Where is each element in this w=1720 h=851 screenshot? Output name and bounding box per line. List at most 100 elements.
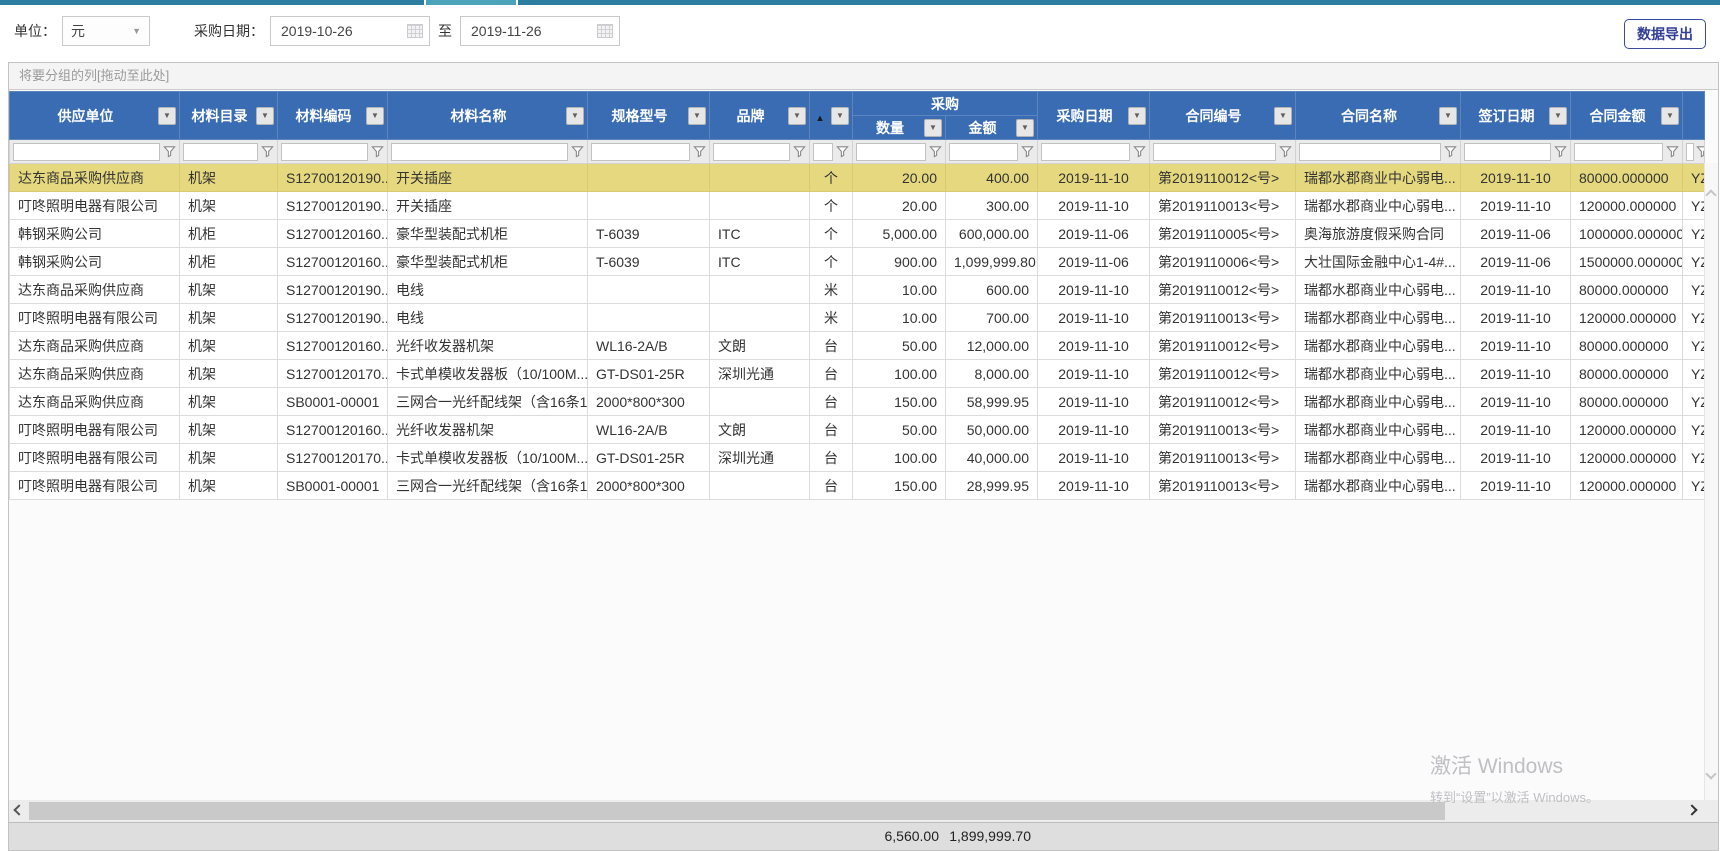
filter-input-extra[interactable]: [1686, 143, 1694, 161]
column-header-extra[interactable]: [1683, 92, 1705, 140]
cell-unit[interactable]: 台: [810, 444, 853, 472]
column-menu-button[interactable]: ▼: [1128, 107, 1146, 125]
cell-spec[interactable]: [588, 304, 710, 332]
cell-extra[interactable]: YZ: [1683, 164, 1705, 192]
filter-button-brand[interactable]: [790, 144, 806, 160]
cell-unit[interactable]: 个: [810, 164, 853, 192]
cell-unit[interactable]: 台: [810, 472, 853, 500]
scroll-up-icon[interactable]: [1705, 189, 1716, 200]
filter-button-contract_amount[interactable]: [1663, 144, 1679, 160]
filter-button-purchase_date[interactable]: [1130, 144, 1146, 160]
cell-extra[interactable]: YZ: [1683, 360, 1705, 388]
unit-dropdown[interactable]: 元 ▼: [62, 16, 150, 46]
filter-input-amount[interactable]: [949, 143, 1018, 161]
cell-spec[interactable]: WL16-2A/B: [588, 332, 710, 360]
cell-contract_amount[interactable]: 120000.000000: [1571, 192, 1683, 220]
cell-contract_name[interactable]: 瑞都水郡商业中心弱电...: [1296, 332, 1461, 360]
column-header-contract_amount[interactable]: 合同金额▼: [1571, 92, 1683, 140]
cell-brand[interactable]: [710, 472, 810, 500]
table-row[interactable]: 韩钢采购公司机柜S12700120160...豪华型装配式机柜T-6039ITC…: [10, 220, 1705, 248]
cell-unit[interactable]: 台: [810, 416, 853, 444]
cell-sign_date[interactable]: 2019-11-10: [1461, 276, 1571, 304]
cell-qty[interactable]: 20.00: [853, 164, 946, 192]
scroll-left-icon[interactable]: [13, 804, 24, 815]
cell-contract_name[interactable]: 奥海旅游度假采购合同: [1296, 220, 1461, 248]
cell-unit[interactable]: 个: [810, 220, 853, 248]
cell-spec[interactable]: 2000*800*300: [588, 388, 710, 416]
filter-button-unit[interactable]: [833, 144, 849, 160]
cell-catalog[interactable]: 机架: [180, 304, 278, 332]
cell-name[interactable]: 开关插座: [388, 192, 588, 220]
cell-amount[interactable]: 58,999.95: [946, 388, 1038, 416]
column-menu-button[interactable]: ▼: [1274, 107, 1292, 125]
cell-qty[interactable]: 10.00: [853, 276, 946, 304]
group-drop-zone[interactable]: 将要分组的列[拖动至此处]: [9, 63, 1718, 90]
cell-contract_name[interactable]: 瑞都水郡商业中心弱电...: [1296, 304, 1461, 332]
cell-unit[interactable]: 米: [810, 304, 853, 332]
table-row[interactable]: 叮咚照明电器有限公司机架S12700120160...光纤收发器机架WL16-2…: [10, 416, 1705, 444]
cell-contract_no[interactable]: 第2019110013<号>: [1150, 472, 1296, 500]
cell-name[interactable]: 电线: [388, 276, 588, 304]
column-menu-button[interactable]: ▼: [158, 107, 176, 125]
cell-code[interactable]: S12700120170...: [278, 444, 388, 472]
cell-spec[interactable]: GT-DS01-25R: [588, 444, 710, 472]
cell-sign_date[interactable]: 2019-11-06: [1461, 220, 1571, 248]
cell-unit[interactable]: 米: [810, 276, 853, 304]
cell-sign_date[interactable]: 2019-11-10: [1461, 416, 1571, 444]
cell-sign_date[interactable]: 2019-11-10: [1461, 360, 1571, 388]
cell-contract_no[interactable]: 第2019110012<号>: [1150, 276, 1296, 304]
table-row[interactable]: 达东商品采购供应商机架S12700120190...电线米10.00600.00…: [10, 276, 1705, 304]
calendar-icon[interactable]: [597, 24, 613, 38]
cell-brand[interactable]: 文朗: [710, 416, 810, 444]
cell-purchase_date[interactable]: 2019-11-10: [1038, 332, 1150, 360]
cell-catalog[interactable]: 机架: [180, 360, 278, 388]
cell-brand[interactable]: 文朗: [710, 332, 810, 360]
cell-unit[interactable]: 台: [810, 388, 853, 416]
cell-contract_amount[interactable]: 120000.000000: [1571, 472, 1683, 500]
cell-amount[interactable]: 400.00: [946, 164, 1038, 192]
cell-sign_date[interactable]: 2019-11-10: [1461, 304, 1571, 332]
cell-spec[interactable]: GT-DS01-25R: [588, 360, 710, 388]
filter-input-sign_date[interactable]: [1464, 143, 1551, 161]
column-menu-button[interactable]: ▼: [831, 107, 849, 125]
column-header-amount[interactable]: 金额▼: [946, 116, 1038, 140]
cell-name[interactable]: 豪华型装配式机柜: [388, 220, 588, 248]
cell-code[interactable]: S12700120190...: [278, 304, 388, 332]
cell-spec[interactable]: WL16-2A/B: [588, 416, 710, 444]
cell-code[interactable]: S12700120170...: [278, 360, 388, 388]
filter-input-catalog[interactable]: [183, 143, 258, 161]
cell-contract_no[interactable]: 第2019110013<号>: [1150, 304, 1296, 332]
cell-catalog[interactable]: 机架: [180, 472, 278, 500]
cell-name[interactable]: 卡式单模收发器板（10/100M...: [388, 360, 588, 388]
cell-contract_no[interactable]: 第2019110013<号>: [1150, 416, 1296, 444]
cell-purchase_date[interactable]: 2019-11-10: [1038, 360, 1150, 388]
date-from-field[interactable]: 2019-10-26: [270, 16, 430, 46]
cell-extra[interactable]: YZ: [1683, 444, 1705, 472]
column-menu-button[interactable]: ▼: [788, 107, 806, 125]
cell-supplier[interactable]: 韩钢采购公司: [10, 220, 180, 248]
cell-brand[interactable]: ITC: [710, 248, 810, 276]
column-header-brand[interactable]: 品牌▼: [710, 92, 810, 140]
cell-purchase_date[interactable]: 2019-11-06: [1038, 248, 1150, 276]
cell-contract_amount[interactable]: 80000.000000: [1571, 360, 1683, 388]
cell-supplier[interactable]: 达东商品采购供应商: [10, 276, 180, 304]
cell-contract_amount[interactable]: 80000.000000: [1571, 332, 1683, 360]
cell-spec[interactable]: [588, 164, 710, 192]
filter-button-name[interactable]: [568, 144, 584, 160]
table-row[interactable]: 达东商品采购供应商机架SB0001-00001三网合一光纤配线架（含16条1..…: [10, 388, 1705, 416]
cell-supplier[interactable]: 叮咚照明电器有限公司: [10, 304, 180, 332]
filter-button-contract_no[interactable]: [1276, 144, 1292, 160]
cell-contract_amount[interactable]: 80000.000000: [1571, 276, 1683, 304]
cell-contract_name[interactable]: 瑞都水郡商业中心弱电...: [1296, 164, 1461, 192]
cell-contract_name[interactable]: 瑞都水郡商业中心弱电...: [1296, 388, 1461, 416]
cell-name[interactable]: 三网合一光纤配线架（含16条1...: [388, 388, 588, 416]
cell-contract_amount[interactable]: 80000.000000: [1571, 164, 1683, 192]
cell-spec[interactable]: 2000*800*300: [588, 472, 710, 500]
cell-sign_date[interactable]: 2019-11-10: [1461, 192, 1571, 220]
cell-supplier[interactable]: 达东商品采购供应商: [10, 332, 180, 360]
cell-sign_date[interactable]: 2019-11-10: [1461, 332, 1571, 360]
cell-amount[interactable]: 1,099,999.80: [946, 248, 1038, 276]
column-header-supplier[interactable]: 供应单位▼: [10, 92, 180, 140]
filter-input-contract_amount[interactable]: [1574, 143, 1663, 161]
column-header-purchase_date[interactable]: 采购日期▼: [1038, 92, 1150, 140]
